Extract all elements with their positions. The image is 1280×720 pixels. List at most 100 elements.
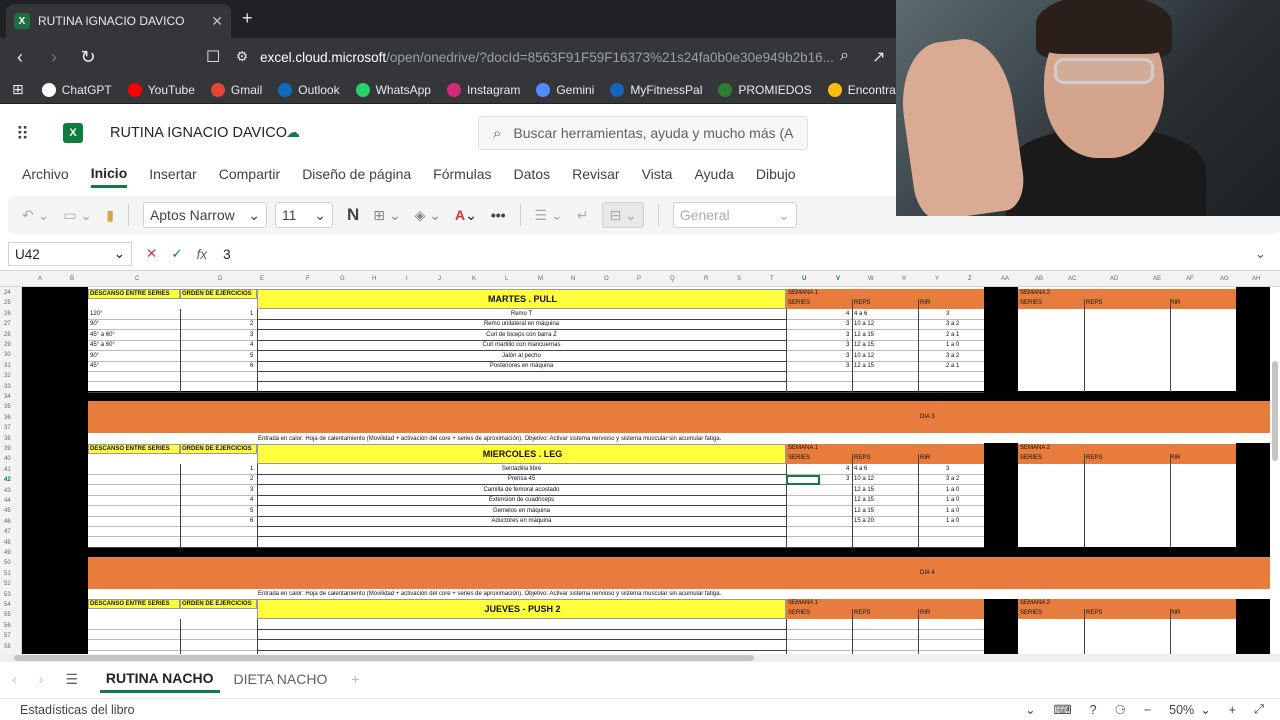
column-header[interactable]: E [260,276,264,282]
column-header[interactable]: A [38,276,42,282]
scroll-thumb[interactable] [14,655,754,661]
zoom-out-icon[interactable]: − [1144,703,1151,717]
bookmark-item[interactable]: YouTube [127,82,195,97]
bookmark-item[interactable]: MyFitnessPal [610,82,702,97]
column-header[interactable]: L [505,276,508,282]
column-header[interactable]: AG [1220,276,1229,282]
column-header[interactable]: O [604,276,609,282]
column-header[interactable]: AH [1252,276,1260,282]
column-header[interactable]: Q [670,276,675,282]
menu-compartir[interactable]: Compartir [219,166,280,186]
row-header[interactable]: 52 [4,581,11,587]
app-launcher-icon[interactable]: ⠿ [16,124,29,145]
row-header[interactable]: 31 [4,363,11,369]
keyboard-icon[interactable]: ⌨ [1054,702,1072,717]
search-box[interactable]: ⌕ Buscar herramientas, ayuda y mucho más… [478,116,808,150]
bookmark-item[interactable]: WhatsApp [355,82,431,97]
site-info-icon[interactable]: ⚙ [236,49,248,65]
fullscreen-icon[interactable]: ⤢ [1254,702,1264,717]
font-name-dropdown[interactable]: Aptos Narrow ⌄ [142,202,267,228]
row-header[interactable]: 24 [4,290,11,296]
zoom-icon[interactable]: ⌕ [840,47,849,65]
row-header[interactable]: 49 [4,550,11,556]
row-header[interactable]: 30 [4,352,11,358]
paste-icon[interactable]: ▭ ⌄ [63,207,92,224]
column-header[interactable]: AC [1068,276,1076,282]
column-header[interactable]: I [406,276,408,282]
menu-dibujo[interactable]: Dibujo [756,166,796,186]
more-options-icon[interactable]: ••• [491,207,506,223]
row-header[interactable]: 39 [4,446,11,452]
menu-diseno-pagina[interactable]: Diseño de página [302,166,411,186]
menu-datos[interactable]: Datos [514,166,551,186]
row-header[interactable]: 51 [4,571,11,577]
zoom-level[interactable]: 50% [1169,703,1194,717]
font-color-icon[interactable]: A ⌄ [455,207,477,224]
column-header[interactable]: X [902,276,906,282]
function-icon[interactable]: fx [197,247,208,262]
borders-icon[interactable]: ⊞ ⌄ [373,207,400,224]
font-size-dropdown[interactable]: 11 ⌄ [274,202,333,228]
row-header[interactable]: 43 [4,488,11,494]
back-icon[interactable]: ‹ [6,47,34,68]
row-header[interactable]: 34 [4,394,11,400]
bookmark-icon[interactable]: ☐ [206,47,220,67]
vertical-scrollbar[interactable] [1272,361,1278,461]
bookmark-item[interactable]: ChatGPT [41,82,112,97]
wrap-text-icon[interactable]: ↵ [577,207,589,224]
menu-ayuda[interactable]: Ayuda [694,166,733,186]
bookmark-item[interactable]: Gemini [536,82,594,97]
column-header[interactable]: G [340,276,345,282]
zoom-in-icon[interactable]: + [1229,703,1236,717]
next-sheet-icon[interactable]: › [39,671,44,687]
add-sheet-icon[interactable]: + [351,671,359,687]
horizontal-scrollbar[interactable] [0,654,1280,662]
column-header[interactable]: V [836,276,840,282]
formula-input[interactable]: 3 [223,247,1255,262]
document-name[interactable]: RUTINA IGNACIO DAVICO [110,125,287,141]
url-field[interactable]: ⚙ excel.cloud.microsoft /open/onedrive/?… [236,43,906,71]
column-header[interactable]: C [135,276,139,282]
column-header[interactable]: U [802,276,806,282]
browser-tab[interactable]: X RUTINA IGNACIO DAVICO ✕ [6,4,231,38]
column-header[interactable]: M [538,276,543,282]
bookmark-item[interactable]: Gmail [210,82,262,97]
chevron-down-icon[interactable]: ⌄ [1200,702,1210,717]
row-header[interactable]: 36 [4,415,11,421]
expand-formula-icon[interactable]: ⌄ [1255,246,1266,262]
menu-insertar[interactable]: Insertar [149,166,196,186]
close-tab-icon[interactable]: ✕ [211,13,223,30]
column-header[interactable]: R [704,276,708,282]
align-icon[interactable]: ☰ ⌄ [535,207,563,224]
row-header[interactable]: 42 [4,477,11,483]
bookmark-item[interactable]: PROMIEDOS [718,82,812,97]
row-header[interactable]: 27 [4,321,11,327]
row-header[interactable]: 35 [4,404,11,410]
all-sheets-icon[interactable]: ☰ [65,671,78,688]
column-header[interactable]: AE [1153,276,1161,282]
workbook-stats[interactable]: Estadísticas del libro [20,703,135,717]
row-header[interactable]: 50 [4,560,11,566]
column-header[interactable]: AB [1035,276,1043,282]
column-header[interactable]: S [737,276,741,282]
reload-icon[interactable]: ↻ [74,47,102,68]
bookmark-item[interactable]: Instagram [446,82,520,97]
row-header[interactable]: 45 [4,508,11,514]
column-header[interactable]: T [770,276,774,282]
chevron-down-icon[interactable]: ⌄ [1025,702,1035,717]
row-header[interactable]: 28 [4,332,11,338]
confirm-icon[interactable]: ✓ [171,246,182,262]
column-header[interactable]: AA [1001,276,1009,282]
row-header[interactable]: 57 [4,633,11,639]
bold-icon[interactable]: N [347,205,359,225]
row-header[interactable]: 25 [4,300,11,306]
row-header[interactable]: 55 [4,612,11,618]
row-header[interactable]: 33 [4,384,11,390]
sheet-tab-dieta[interactable]: DIETA NACHO [228,667,334,691]
row-header[interactable]: 53 [4,592,11,598]
bookmark-item[interactable]: Outlook [278,82,340,97]
column-header[interactable]: J [438,276,441,282]
undo-icon[interactable]: ↶ ⌄ [22,207,49,224]
fill-color-icon[interactable]: ◈ ⌄ [415,207,441,224]
row-header[interactable]: 40 [4,456,11,462]
